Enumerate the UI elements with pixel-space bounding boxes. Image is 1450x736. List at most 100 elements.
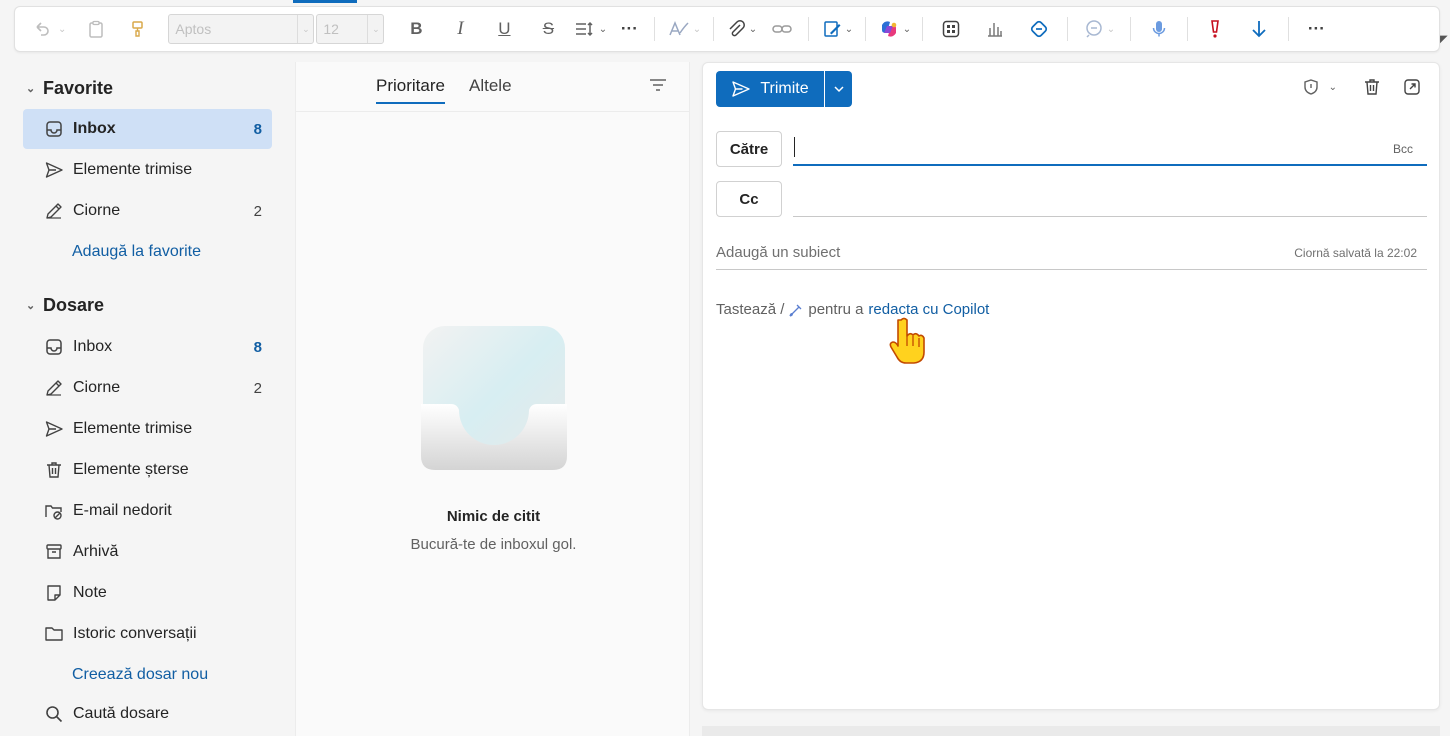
send-options-button[interactable] [825, 71, 852, 107]
body-hint[interactable]: Tastează / pentru a redacta cu Copilot [716, 301, 989, 318]
chevron-down-icon: ⌄ [1328, 81, 1337, 93]
add-to-favorites-link[interactable]: Adaugă la favorite [23, 232, 272, 272]
cc-button[interactable]: Cc [716, 181, 782, 217]
editor-button[interactable]: ⌄ [661, 13, 707, 45]
format-painter-button[interactable] [112, 13, 162, 45]
sent-icon [44, 160, 64, 180]
bold-button[interactable]: B [394, 13, 438, 45]
toolbar-divider [1130, 17, 1132, 41]
nav-item-label: E-mail nedorit [73, 502, 172, 519]
tab-focused[interactable]: Prioritare [376, 76, 445, 104]
nav-item-label: Elemente trimise [73, 161, 193, 178]
toolbar-divider [922, 17, 924, 41]
add-to-favorites-label: Adaugă la favorite [72, 243, 201, 260]
more-options-icon: ··· [1307, 19, 1325, 38]
favorite-sent-items[interactable]: Elemente trimise [23, 150, 272, 190]
apps-button[interactable] [929, 13, 973, 45]
send-button[interactable]: Trimite [716, 71, 824, 107]
unread-count: 8 [253, 120, 262, 138]
strikethrough-button[interactable]: S [526, 13, 570, 45]
search-folders[interactable]: Caută dosare [23, 694, 272, 734]
chevron-down-icon: ⌄ [26, 82, 36, 95]
insights-button[interactable] [973, 13, 1017, 45]
dictate-button[interactable] [1137, 13, 1181, 45]
undo-button[interactable] [29, 13, 55, 45]
junk-icon [44, 501, 64, 521]
low-importance-icon [1252, 21, 1267, 38]
filter-icon[interactable] [649, 77, 667, 98]
bcc-button[interactable]: Bcc [1393, 142, 1413, 156]
toolbar-divider [1187, 17, 1189, 41]
loop-icon [1031, 20, 1048, 38]
undo-dropdown-icon[interactable]: ⌄ [58, 24, 66, 35]
italic-button[interactable]: I [438, 13, 482, 45]
nav-item-label: Note [73, 584, 107, 601]
nav-item-label: Inbox [73, 338, 113, 355]
subject-field[interactable]: Adaugă un subiect Ciornă salvată la 22:0… [716, 240, 1427, 270]
font-size-value: 12 [323, 21, 339, 37]
ribbon-tab-indicator [293, 0, 357, 3]
folder-inbox[interactable]: Inbox 8 [23, 327, 272, 367]
format-painter-icon [132, 21, 144, 37]
favorite-inbox[interactable]: Inbox 8 [23, 109, 272, 149]
loop-button[interactable] [1017, 13, 1061, 45]
signature-icon [823, 21, 841, 37]
more-options-button[interactable]: ··· [1295, 13, 1337, 45]
folder-sent-items[interactable]: Elemente trimise [23, 409, 272, 449]
more-formatting-button[interactable]: ··· [610, 13, 648, 45]
folder-conversation-history[interactable]: Istoric conversații [23, 614, 272, 654]
tab-other[interactable]: Altele [469, 76, 512, 102]
pop-out-button[interactable] [1403, 78, 1421, 96]
paragraph-format-button[interactable]: ⌄ [570, 13, 610, 45]
scroll-up-icon[interactable]: ◤ [1440, 34, 1450, 48]
empty-inbox-illustration [421, 326, 567, 470]
nav-item-label: Caută dosare [73, 705, 170, 722]
underline-icon: U [498, 19, 511, 38]
compose-bottom-strip [702, 726, 1440, 736]
toolbar-divider [713, 17, 715, 41]
signature-button[interactable]: ⌄ [815, 13, 859, 45]
chevron-down-icon: ⌄ [692, 23, 702, 35]
chevron-down-icon: ⌄ [367, 15, 383, 43]
font-name-select[interactable]: Aptos ⌄ [168, 14, 315, 44]
sensitivity-button[interactable]: ⌄ [1303, 78, 1337, 96]
attach-button[interactable]: ⌄ [720, 13, 762, 45]
item-count: 2 [253, 379, 262, 397]
folder-deleted-items[interactable]: Elemente șterse [23, 450, 272, 490]
create-new-folder-link[interactable]: Creează dosar nou [23, 655, 272, 695]
favorites-header[interactable]: ⌄ Favorite [26, 76, 113, 100]
folder-icon [44, 624, 64, 644]
drafts-icon [44, 378, 64, 398]
to-button[interactable]: Către [716, 131, 782, 167]
high-importance-button[interactable] [1194, 13, 1236, 45]
bold-icon: B [410, 19, 423, 38]
folder-drafts[interactable]: Ciorne 2 [23, 368, 272, 408]
copilot-button[interactable]: ⌄ [872, 13, 916, 45]
font-size-select[interactable]: 12 ⌄ [316, 14, 385, 44]
immersive-reader-icon [1085, 20, 1102, 38]
to-field[interactable]: Bcc [793, 130, 1427, 166]
message-list-header: Prioritare Altele [296, 62, 689, 112]
chevron-down-icon: ⌄ [26, 299, 36, 312]
folder-junk-email[interactable]: E-mail nedorit [23, 491, 272, 531]
font-name-value: Aptos [175, 21, 212, 37]
chevron-down-icon: ⌄ [748, 23, 758, 35]
underline-button[interactable]: U [482, 13, 526, 45]
send-label: Trimite [760, 80, 809, 97]
folders-header[interactable]: ⌄ Dosare [26, 293, 104, 317]
empty-state-title: Nimic de citit [446, 508, 541, 525]
cc-field[interactable] [793, 181, 1427, 217]
paste-button[interactable] [80, 13, 112, 45]
chevron-down-icon [833, 86, 844, 93]
folder-archive[interactable]: Arhivă [23, 532, 272, 572]
text-cursor [794, 137, 795, 157]
discard-button[interactable] [1363, 77, 1381, 97]
chevron-down-icon: ⌄ [844, 23, 854, 35]
paragraph-format-icon [575, 21, 593, 37]
insert-link-button[interactable] [762, 13, 802, 45]
immersive-reader-button[interactable]: ⌄ [1074, 13, 1124, 45]
low-importance-button[interactable] [1236, 13, 1282, 45]
favorite-drafts[interactable]: Ciorne 2 [23, 191, 272, 231]
copilot-pen-icon [789, 304, 802, 317]
folder-notes[interactable]: Note [23, 573, 272, 613]
